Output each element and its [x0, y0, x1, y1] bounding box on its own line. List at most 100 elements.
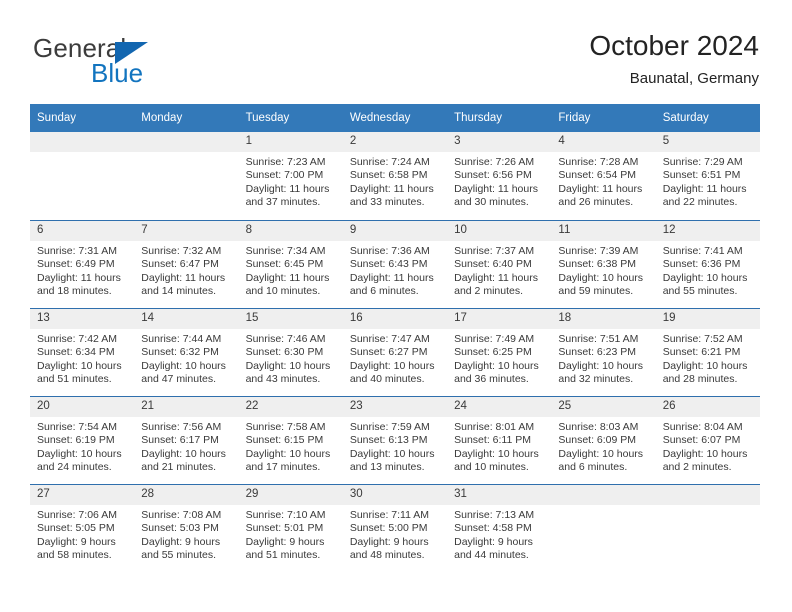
daylight-text: Daylight: 10 hours and 40 minutes.	[349, 359, 435, 385]
day-cell-empty	[30, 132, 135, 220]
sunrise-text: Sunrise: 7:41 AM	[662, 245, 743, 257]
calendar-day-cell[interactable]	[655, 484, 760, 572]
daylight-text: Daylight: 10 hours and 21 minutes.	[141, 447, 226, 473]
calendar-day-cell[interactable]: 18 Sunrise: 7:51 AM Sunset: 6:23 PM Dayligh…	[551, 308, 656, 396]
day-details: Sunrise: 7:56 AM Sunset: 6:17 PM Daylight:…	[134, 417, 238, 474]
calendar-day-cell[interactable]: 9 Sunrise: 7:36 AM Sunset: 6:43 PM Daylight…	[342, 220, 448, 308]
calendar-day-cell[interactable]: 3 Sunrise: 7:26 AM Sunset: 6:56 PM Daylight…	[447, 132, 552, 220]
sunset-text: Sunset: 6:40 PM	[454, 258, 532, 271]
calendar-day-cell[interactable]: 25 Sunrise: 8:03 AM Sunset: 6:09 PM Dayligh…	[551, 396, 656, 484]
calendar-day-cell[interactable]: 31 Sunrise: 7:13 AM Sunset: 4:58 PM Dayligh…	[447, 484, 552, 572]
day-cell-content: 3 Sunrise: 7:26 AM Sunset: 6:56 PM Daylight…	[447, 132, 552, 220]
day-details: Sunrise: 7:49 AM Sunset: 6:25 PM Daylight:…	[447, 329, 551, 386]
calendar-day-cell[interactable]: 14 Sunrise: 7:44 AM Sunset: 6:32 PM Dayligh…	[134, 308, 239, 396]
sunset-text: Sunset: 6:36 PM	[662, 258, 741, 271]
day-number: 13	[30, 309, 135, 329]
calendar-day-cell[interactable]: 6 Sunrise: 7:31 AM Sunset: 6:49 PM Daylight…	[30, 220, 135, 308]
sunrise-text: Sunrise: 7:08 AM	[141, 509, 222, 521]
calendar-day-cell[interactable]: 11 Sunrise: 7:39 AM Sunset: 6:38 PM Dayligh…	[551, 220, 656, 308]
calendar-day-cell[interactable]: 12 Sunrise: 7:41 AM Sunset: 6:36 PM Dayligh…	[655, 220, 760, 308]
calendar-day-cell[interactable]: 4 Sunrise: 7:28 AM Sunset: 6:54 PM Daylight…	[551, 132, 656, 220]
day-number: 20	[30, 397, 135, 417]
daylight-text: Daylight: 10 hours and 24 minutes.	[37, 447, 122, 473]
sunset-text: Sunset: 6:43 PM	[349, 258, 428, 271]
calendar-day-cell[interactable]	[551, 484, 656, 572]
day-details: Sunrise: 7:06 AM Sunset: 5:05 PM Daylight:…	[30, 505, 134, 562]
calendar-day-cell[interactable]: 1 Sunrise: 7:23 AM Sunset: 7:00 PM Daylight…	[238, 132, 343, 220]
day-number: 19	[655, 309, 760, 329]
calendar-day-cell[interactable]: 24 Sunrise: 8:01 AM Sunset: 6:11 PM Dayligh…	[447, 396, 552, 484]
daylight-text: Daylight: 11 hours and 10 minutes.	[245, 271, 330, 297]
sunrise-text: Sunrise: 7:44 AM	[141, 333, 222, 345]
weekday-header-friday: Friday	[551, 104, 656, 132]
day-details: Sunrise: 7:54 AM Sunset: 6:19 PM Daylight:…	[30, 417, 134, 474]
day-details: Sunrise: 7:34 AM Sunset: 6:45 PM Daylight:…	[239, 241, 343, 298]
daylight-text: Daylight: 11 hours and 18 minutes.	[37, 271, 121, 297]
weekday-header-thursday: Thursday	[447, 104, 552, 132]
calendar-day-cell[interactable]: 2 Sunrise: 7:24 AM Sunset: 6:58 PM Daylight…	[342, 132, 448, 220]
calendar-day-cell[interactable]	[30, 132, 135, 220]
sunrise-text: Sunrise: 7:13 AM	[454, 509, 535, 521]
calendar-day-cell[interactable]: 22 Sunrise: 7:58 AM Sunset: 6:15 PM Dayligh…	[238, 396, 343, 484]
calendar-day-cell[interactable]: 16 Sunrise: 7:47 AM Sunset: 6:27 PM Dayligh…	[342, 308, 448, 396]
day-details: Sunrise: 7:28 AM Sunset: 6:54 PM Daylight:…	[551, 152, 655, 209]
calendar-day-cell[interactable]: 23 Sunrise: 7:59 AM Sunset: 6:13 PM Dayligh…	[342, 396, 448, 484]
sunset-text: Sunset: 4:58 PM	[454, 522, 532, 535]
day-details: Sunrise: 8:03 AM Sunset: 6:09 PM Daylight:…	[551, 417, 655, 474]
calendar-day-cell[interactable]: 21 Sunrise: 7:56 AM Sunset: 6:17 PM Dayligh…	[134, 396, 239, 484]
title-block: October 2024 Baunatal, Germany	[589, 29, 759, 89]
sunset-text: Sunset: 7:00 PM	[245, 169, 324, 182]
day-details: Sunrise: 7:52 AM Sunset: 6:21 PM Daylight:…	[656, 329, 760, 386]
day-cell-content: 26 Sunrise: 8:04 AM Sunset: 6:07 PM Dayligh…	[655, 396, 760, 484]
daylight-text: Daylight: 9 hours and 48 minutes.	[349, 535, 429, 561]
calendar-day-cell[interactable]: 20 Sunrise: 7:54 AM Sunset: 6:19 PM Dayligh…	[30, 396, 135, 484]
sunrise-text: Sunrise: 7:51 AM	[558, 333, 639, 345]
calendar-day-cell[interactable]: 7 Sunrise: 7:32 AM Sunset: 6:47 PM Daylight…	[134, 220, 239, 308]
calendar-day-cell[interactable]: 28 Sunrise: 7:08 AM Sunset: 5:03 PM Dayligh…	[134, 484, 239, 572]
daylight-text: Daylight: 11 hours and 14 minutes.	[141, 271, 226, 297]
day-details: Sunrise: 7:47 AM Sunset: 6:27 PM Daylight:…	[343, 329, 447, 386]
day-details: Sunrise: 7:26 AM Sunset: 6:56 PM Daylight:…	[447, 152, 551, 209]
day-number: 22	[238, 397, 343, 417]
calendar-body: 1 Sunrise: 7:23 AM Sunset: 7:00 PM Daylight…	[30, 132, 760, 572]
sunset-text: Sunset: 6:34 PM	[37, 346, 115, 359]
day-number	[655, 485, 760, 505]
daylight-text: Daylight: 10 hours and 28 minutes.	[662, 359, 748, 385]
sunset-text: Sunset: 6:47 PM	[141, 258, 219, 271]
day-cell-content: 10 Sunrise: 7:37 AM Sunset: 6:40 PM Dayligh…	[447, 220, 552, 308]
calendar-day-cell[interactable]: 8 Sunrise: 7:34 AM Sunset: 6:45 PM Daylight…	[238, 220, 343, 308]
day-details: Sunrise: 7:23 AM Sunset: 7:00 PM Daylight:…	[239, 152, 343, 209]
calendar-day-cell[interactable]: 26 Sunrise: 8:04 AM Sunset: 6:07 PM Dayligh…	[655, 396, 760, 484]
sunrise-text: Sunrise: 7:46 AM	[245, 333, 326, 345]
calendar-day-cell[interactable]: 10 Sunrise: 7:37 AM Sunset: 6:40 PM Dayligh…	[447, 220, 552, 308]
calendar-day-cell[interactable]: 19 Sunrise: 7:52 AM Sunset: 6:21 PM Dayligh…	[655, 308, 760, 396]
calendar-day-cell[interactable]: 29 Sunrise: 7:10 AM Sunset: 5:01 PM Dayligh…	[238, 484, 343, 572]
calendar-day-cell[interactable]: 13 Sunrise: 7:42 AM Sunset: 6:34 PM Dayligh…	[30, 308, 135, 396]
day-cell-content: 28 Sunrise: 7:08 AM Sunset: 5:03 PM Dayligh…	[134, 484, 239, 572]
day-number: 18	[551, 309, 656, 329]
day-details: Sunrise: 7:46 AM Sunset: 6:30 PM Daylight:…	[239, 329, 343, 386]
sunrise-text: Sunrise: 7:34 AM	[245, 245, 326, 257]
daylight-text: Daylight: 11 hours and 2 minutes.	[454, 271, 538, 297]
day-cell-content: 14 Sunrise: 7:44 AM Sunset: 6:32 PM Dayligh…	[134, 308, 239, 396]
calendar-day-cell[interactable]: 15 Sunrise: 7:46 AM Sunset: 6:30 PM Dayligh…	[238, 308, 343, 396]
calendar-header-row: Sunday Monday Tuesday Wednesday Thursday…	[30, 104, 760, 132]
day-number: 26	[655, 397, 760, 417]
calendar-day-cell[interactable]	[134, 132, 239, 220]
day-details: Sunrise: 7:44 AM Sunset: 6:32 PM Daylight:…	[134, 329, 238, 386]
day-cell-content: 8 Sunrise: 7:34 AM Sunset: 6:45 PM Daylight…	[238, 220, 343, 308]
sunrise-text: Sunrise: 7:39 AM	[558, 245, 639, 257]
sunset-text: Sunset: 6:07 PM	[662, 434, 741, 447]
calendar-day-cell[interactable]: 17 Sunrise: 7:49 AM Sunset: 6:25 PM Dayligh…	[447, 308, 552, 396]
day-details: Sunrise: 7:59 AM Sunset: 6:13 PM Daylight:…	[343, 417, 447, 474]
calendar-day-cell[interactable]: 27 Sunrise: 7:06 AM Sunset: 5:05 PM Dayligh…	[30, 484, 135, 572]
day-cell-content: 5 Sunrise: 7:29 AM Sunset: 6:51 PM Daylight…	[655, 132, 760, 220]
day-number	[134, 132, 239, 152]
daylight-text: Daylight: 11 hours and 26 minutes.	[558, 182, 643, 208]
day-cell-content: 7 Sunrise: 7:32 AM Sunset: 6:47 PM Daylight…	[134, 220, 239, 308]
sunrise-text: Sunrise: 7:23 AM	[245, 156, 326, 168]
calendar-day-cell[interactable]: 5 Sunrise: 7:29 AM Sunset: 6:51 PM Daylight…	[655, 132, 760, 220]
calendar-day-cell[interactable]: 30 Sunrise: 7:11 AM Sunset: 5:00 PM Dayligh…	[342, 484, 448, 572]
daylight-text: Daylight: 11 hours and 33 minutes.	[349, 182, 434, 208]
sunset-text: Sunset: 6:15 PM	[245, 434, 324, 447]
